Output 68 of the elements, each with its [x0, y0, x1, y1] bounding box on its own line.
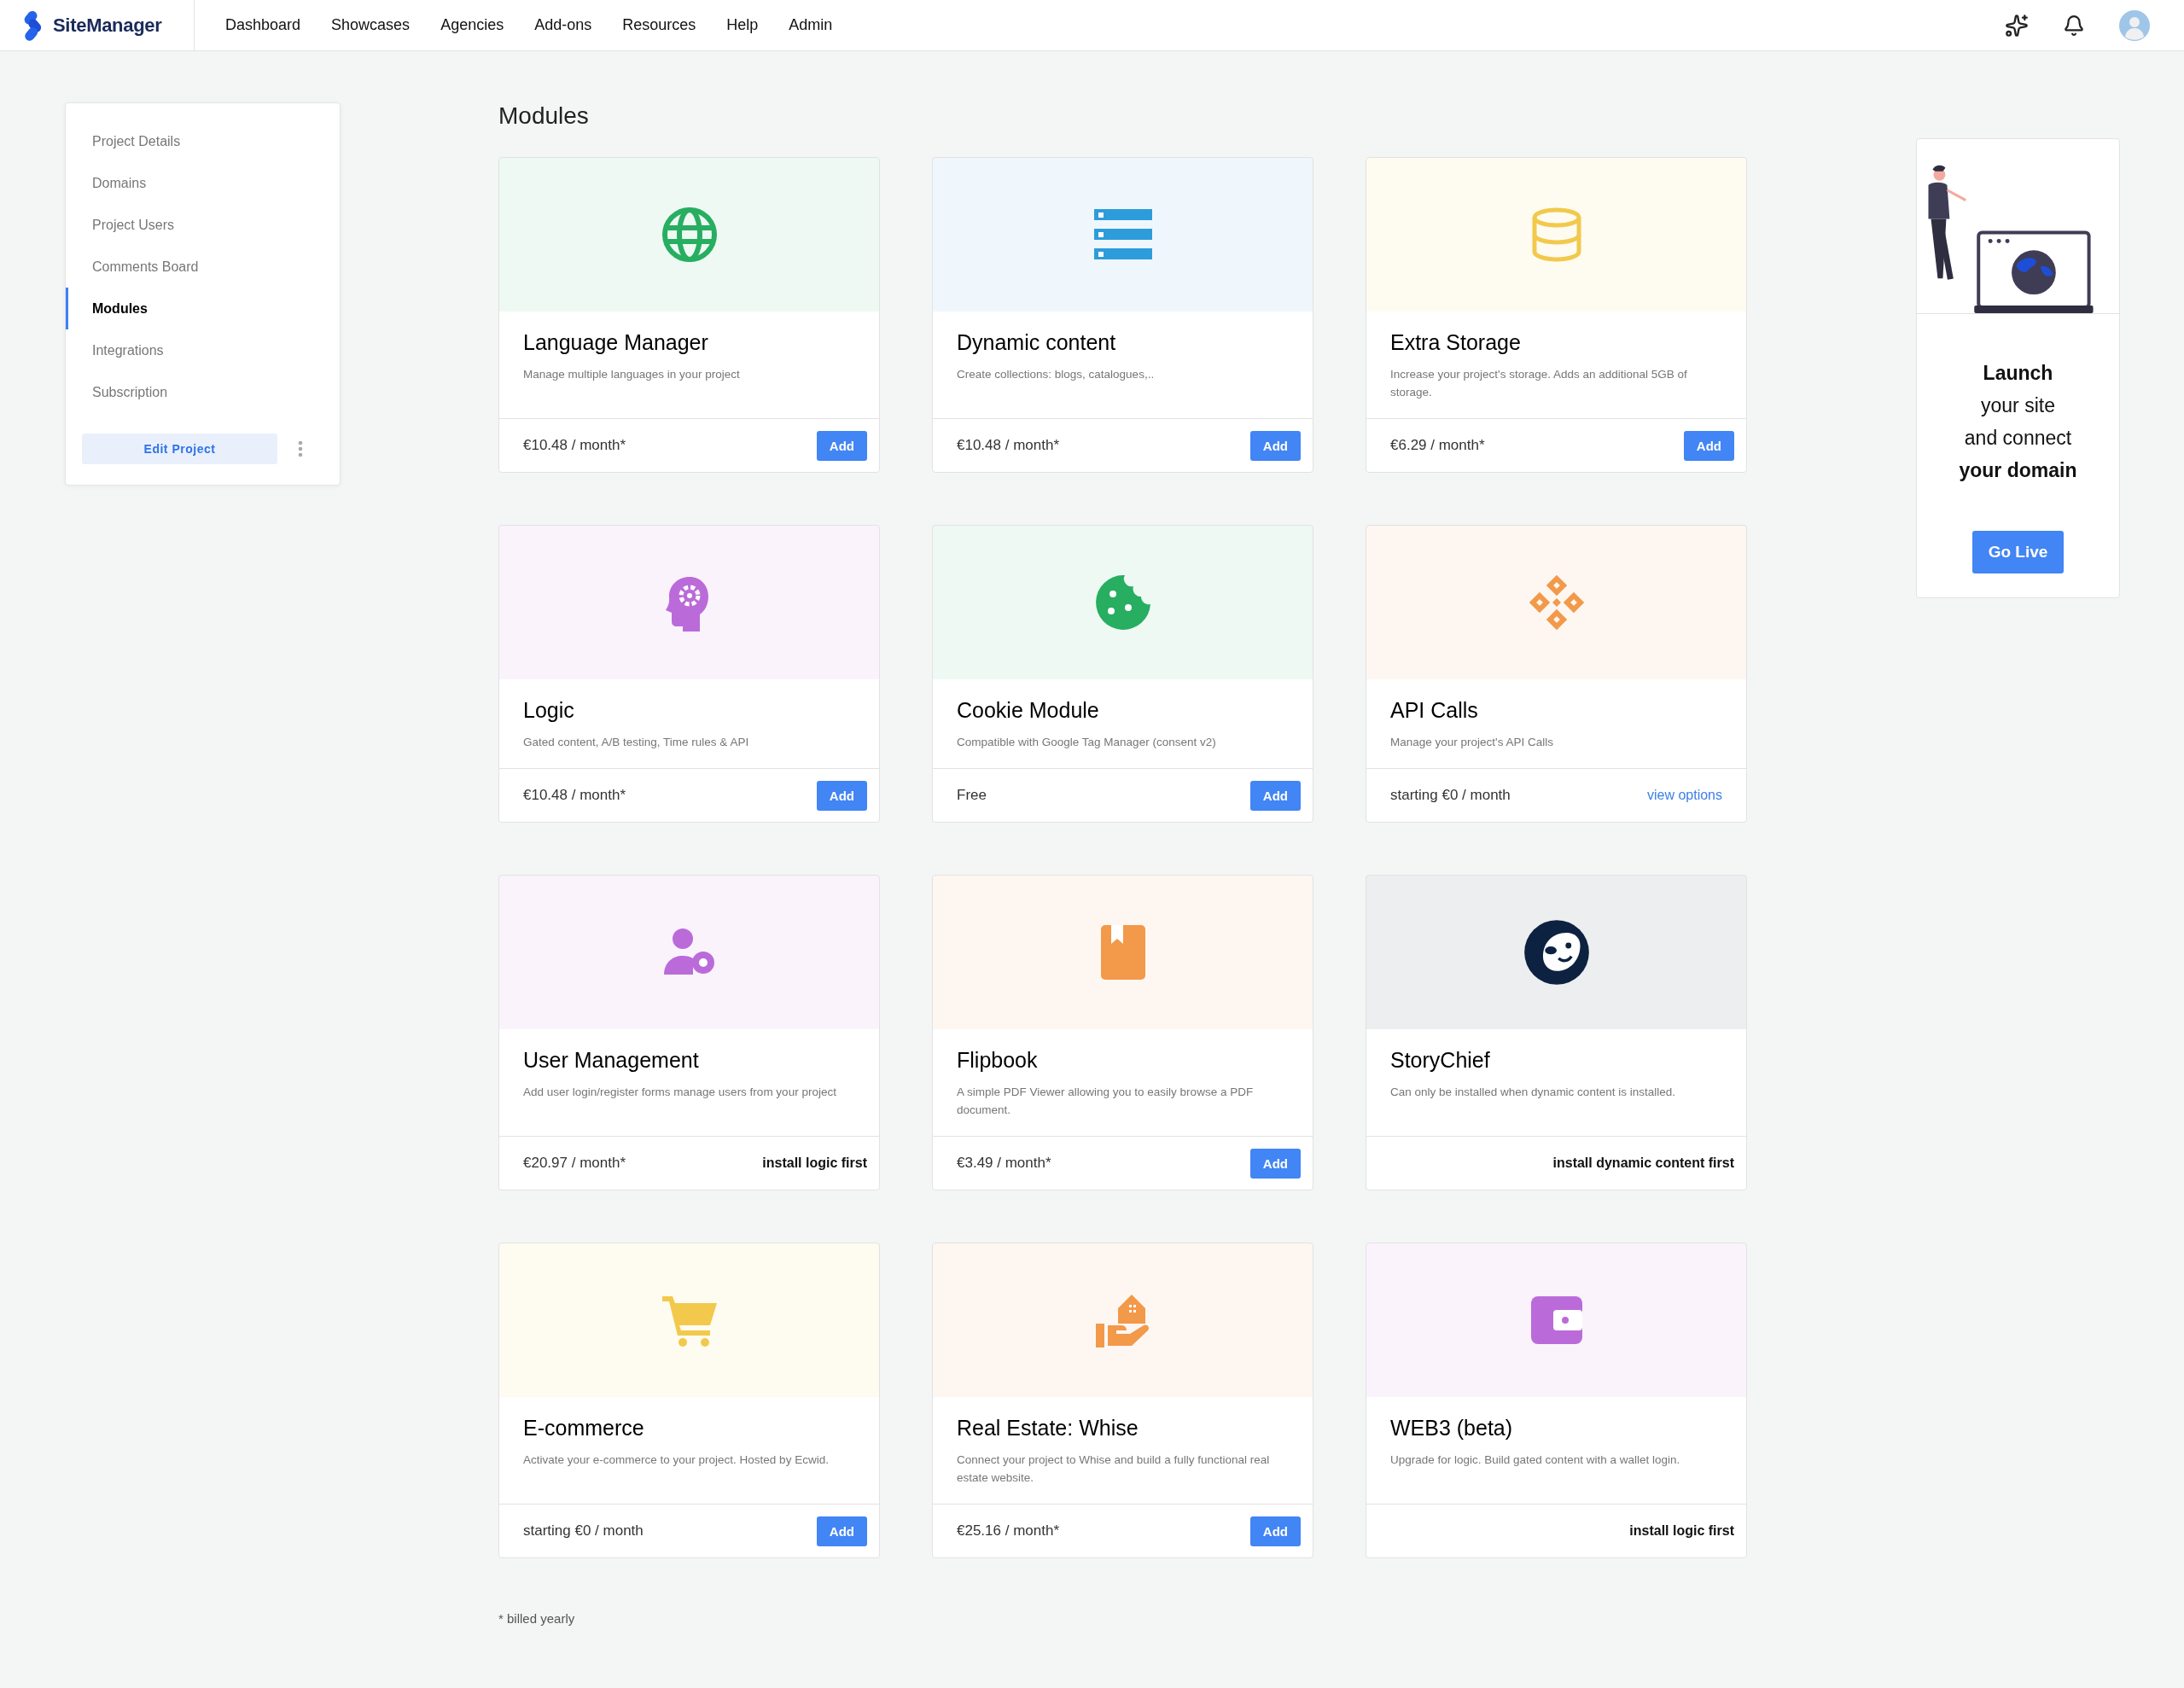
module-title: StoryChief: [1390, 1048, 1491, 1073]
module-title: E-commerce: [523, 1416, 645, 1441]
add-button[interactable]: Add: [816, 1516, 867, 1546]
brand-name: SiteManager: [53, 14, 162, 37]
module-description: Increase your project's storage. Adds an additional 5GB of storage.: [1390, 367, 1688, 400]
nav-link[interactable]: Help: [726, 16, 759, 34]
module-description: Upgrade for logic. Build gated content with a wallet login.: [1390, 1452, 1681, 1468]
promo-text: Launch your site and connect your domain: [1959, 361, 2077, 483]
module-description: Manage your project's API Calls: [1390, 735, 1554, 750]
page-title: Modules: [498, 104, 590, 128]
module-price: €10.48 / month*: [957, 437, 1060, 454]
nav-link[interactable]: Dashboard: [225, 16, 301, 34]
notification-bell-icon[interactable]: [2063, 14, 2085, 37]
module-title: Language Manager: [523, 330, 709, 355]
module-price: €6.29 / month*: [1390, 437, 1485, 454]
module-price: Free: [957, 787, 987, 804]
edit-project-button[interactable]: Edit Project: [82, 434, 277, 464]
module-description: A simple PDF Viewer allowing you to easily browse a PDF document.: [957, 1085, 1255, 1118]
install-requirement-note: install dynamic content first: [1552, 1155, 1734, 1171]
module-price: €20.97 / month*: [523, 1155, 626, 1172]
install-requirement-note: install logic first: [1629, 1523, 1734, 1539]
module-description: Activate your e-commerce to your project. Hosted by Ecwid.: [523, 1452, 830, 1468]
add-button[interactable]: Add: [1249, 780, 1301, 811]
sidebar-item[interactable]: Comments Board: [66, 246, 340, 288]
module-title: Dynamic content: [957, 330, 1117, 355]
go-live-button[interactable]: Go Live: [1971, 531, 2065, 573]
module-title: Real Estate: Whise: [957, 1416, 1139, 1441]
module-price: €10.48 / month*: [523, 787, 626, 804]
add-button[interactable]: Add: [816, 780, 867, 811]
module-title: User Management: [523, 1048, 700, 1073]
module-description: Compatible with Google Tag Manager (consent v2): [957, 735, 1217, 750]
module-price: starting €0 / month: [523, 1522, 644, 1540]
sidebar-item[interactable]: Modules: [66, 288, 340, 329]
add-button[interactable]: Add: [1249, 430, 1301, 461]
module-description: Create collections: blogs, catalogues,..: [957, 367, 1156, 382]
sidebar-item[interactable]: Project Users: [66, 204, 340, 246]
sidebar-item[interactable]: Domains: [66, 162, 340, 204]
footnote: * billed yearly: [498, 1611, 576, 1626]
nav-link[interactable]: Resources: [622, 16, 696, 34]
module-title: Cookie Module: [957, 698, 1100, 723]
nav-link[interactable]: Add-ons: [534, 16, 592, 34]
nav-link[interactable]: Agencies: [440, 16, 504, 34]
add-button[interactable]: Add: [1249, 1516, 1301, 1546]
module-price: €25.16 / month*: [957, 1522, 1060, 1540]
sidebar-item[interactable]: Project Details: [66, 120, 340, 162]
module-title: API Calls: [1390, 698, 1479, 723]
module-title: Logic: [523, 698, 575, 723]
sidebar-item[interactable]: Integrations: [66, 329, 340, 371]
module-price: €10.48 / month*: [523, 437, 626, 454]
view-options-link[interactable]: view options: [1646, 788, 1734, 803]
module-description: Connect your project to Whise and build a fully functional real estate website.: [957, 1452, 1271, 1486]
module-price: starting €0 / month: [1390, 787, 1511, 804]
add-button[interactable]: Add: [1249, 1148, 1301, 1179]
module-description: Gated content, A/B testing, Time rules & API: [523, 735, 750, 750]
nav-link[interactable]: Admin: [789, 16, 833, 34]
module-price: €3.49 / month*: [957, 1155, 1051, 1172]
module-title: Flipbook: [957, 1048, 1039, 1073]
module-description: Can only be installed when dynamic content is installed.: [1390, 1085, 1676, 1100]
module-description: Add user login/register forms manage users from your project: [523, 1085, 837, 1100]
module-description: Manage multiple languages in your project: [523, 367, 741, 382]
module-title: Extra Storage: [1390, 330, 1522, 355]
nav-link[interactable]: Showcases: [331, 16, 411, 34]
sidebar-item[interactable]: Subscription: [66, 371, 340, 413]
install-requirement-note: install logic first: [762, 1155, 867, 1171]
sparkles-icon[interactable]: [2005, 13, 2029, 38]
add-button[interactable]: Add: [1683, 430, 1734, 461]
add-button[interactable]: Add: [816, 430, 867, 461]
module-title: WEB3 (beta): [1390, 1416, 1514, 1441]
